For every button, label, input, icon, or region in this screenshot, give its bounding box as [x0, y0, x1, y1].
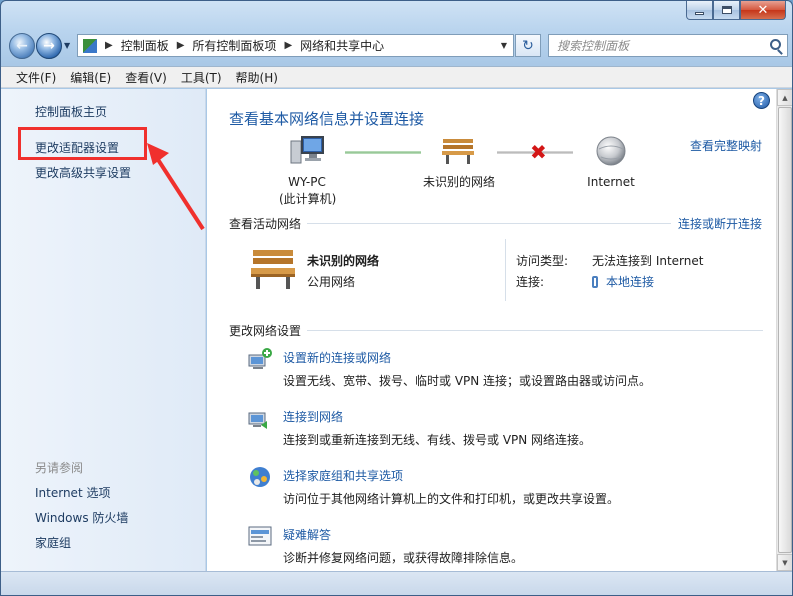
back-button[interactable]: ←	[9, 33, 35, 59]
maximize-button[interactable]	[713, 1, 740, 20]
globe-icon[interactable]	[595, 135, 627, 167]
menu-view[interactable]: 查看(V)	[118, 69, 174, 86]
task-desc-homegroup-sharing: 访问位于其他网络计算机上的文件和打印机，或更改共享设置。	[283, 492, 620, 506]
connect-disconnect-link[interactable]: 连接或断开连接	[678, 215, 762, 232]
menu-bar: 文件(F) 编辑(E) 查看(V) 工具(T) 帮助(H)	[1, 66, 792, 88]
chevron-down-icon: ▼	[782, 558, 788, 567]
sidebar-link-advanced-sharing[interactable]: 更改高级共享设置	[35, 164, 131, 181]
section-divider	[307, 223, 671, 224]
refresh-icon: ↻	[522, 37, 534, 54]
task-link-homegroup-sharing[interactable]: 选择家庭组和共享选项	[283, 467, 403, 484]
vertical-divider	[505, 239, 506, 301]
sidebar-link-homegroup[interactable]: 家庭组	[35, 534, 71, 551]
chevron-right-icon[interactable]: ▶	[177, 40, 185, 51]
connect-to-network-icon	[248, 412, 267, 429]
recent-pages-dropdown-icon[interactable]: ▼	[64, 41, 70, 50]
address-bar[interactable]: ▶ 控制面板 ▶ 所有控制面板项 ▶ 网络和共享中心 ▼	[77, 34, 514, 57]
control-panel-icon	[83, 38, 97, 53]
task-desc-troubleshoot: 诊断并修复网络问题，或获得故障排除信息。	[283, 551, 524, 565]
computer-subtitle: (此计算机)	[279, 192, 337, 206]
active-network-type-link[interactable]: 公用网络	[307, 273, 355, 290]
main-content: ? 查看基本网络信息并设置连接 查看完整映射 ✖ WY-PC (此计算机) 未识…	[207, 89, 776, 571]
forward-button[interactable]: →	[36, 33, 62, 59]
active-networks-heading: 查看活动网络	[229, 217, 302, 231]
search-input[interactable]: 搜索控制面板	[548, 34, 788, 57]
scroll-up-button[interactable]: ▲	[777, 89, 792, 106]
task-link-connect-to-network[interactable]: 连接到网络	[283, 408, 343, 425]
search-icon[interactable]	[770, 39, 781, 50]
bench-icon[interactable]	[249, 248, 297, 290]
chevron-right-icon[interactable]: ▶	[284, 40, 292, 51]
network-label: 未识别的网络	[422, 175, 495, 189]
status-bar	[1, 571, 792, 595]
access-type-label: 访问类型:	[516, 254, 569, 268]
window-controls: ✕	[686, 1, 786, 20]
menu-file[interactable]: 文件(F)	[9, 69, 63, 86]
minimize-button[interactable]	[686, 1, 713, 20]
breadcrumb-control-panel[interactable]: 控制面板	[121, 37, 169, 54]
local-connection-link[interactable]: 本地连接	[592, 273, 654, 290]
menu-tools[interactable]: 工具(T)	[174, 69, 229, 86]
page-title: 查看基本网络信息并设置连接	[229, 110, 425, 128]
sidebar-link-windows-firewall[interactable]: Windows 防火墙	[35, 509, 128, 526]
help-icon[interactable]: ?	[753, 92, 770, 109]
chevron-down-icon[interactable]: ▼	[501, 41, 507, 50]
scroll-thumb[interactable]	[778, 107, 792, 553]
access-type-value: 无法连接到 Internet	[592, 254, 704, 268]
internet-label: Internet	[587, 175, 635, 189]
arrow-left-icon: ←	[16, 38, 28, 54]
local-connection-label: 本地连接	[606, 275, 655, 289]
chevron-right-icon[interactable]: ▶	[105, 40, 113, 51]
change-settings-heading: 更改网络设置	[229, 324, 302, 338]
refresh-button[interactable]: ↻	[515, 34, 541, 57]
maximize-icon	[721, 6, 732, 14]
task-link-troubleshoot[interactable]: 疑难解答	[283, 526, 331, 543]
breadcrumb-network-center[interactable]: 网络和共享中心	[300, 37, 384, 54]
window: ✕ ← → ▼ ▶ 控制面板 ▶ 所有控制面板项 ▶ 网络和共享中心 ▼ ↻ 搜…	[0, 0, 793, 596]
computer-name: WY-PC	[288, 175, 326, 189]
sidebar-link-control-panel-home[interactable]: 控制面板主页	[35, 103, 107, 120]
network-adapter-icon	[592, 276, 598, 288]
navigation-bar: ← → ▼ ▶ 控制面板 ▶ 所有控制面板项 ▶ 网络和共享中心 ▼ ↻ 搜索控…	[1, 29, 792, 63]
annotation-highlight-box	[18, 127, 147, 160]
task-desc-connect-to-network: 连接到或重新连接到无线、有线、拨号或 VPN 网络连接。	[283, 433, 592, 447]
breadcrumb-all-items[interactable]: 所有控制面板项	[192, 37, 276, 54]
computer-label: WY-PC (此计算机)	[279, 174, 337, 208]
menu-help[interactable]: 帮助(H)	[229, 69, 285, 86]
computer-icon[interactable]	[289, 135, 325, 167]
close-icon: ✕	[757, 2, 769, 18]
task-link-new-connection[interactable]: 设置新的连接或网络	[283, 349, 391, 366]
troubleshoot-icon	[248, 526, 272, 546]
scroll-down-button[interactable]: ▼	[777, 554, 792, 571]
homegroup-icon	[250, 467, 270, 487]
new-connection-icon	[248, 348, 272, 369]
task-desc-new-connection: 设置无线、宽带、拨号、临时或 VPN 连接；或设置路由器或访问点。	[283, 374, 652, 388]
menu-edit[interactable]: 编辑(E)	[63, 69, 118, 86]
disconnected-x-icon: ✖	[530, 140, 547, 164]
bench-icon[interactable]	[441, 135, 475, 165]
close-button[interactable]: ✕	[740, 1, 786, 20]
section-divider	[307, 330, 763, 331]
minimize-icon	[695, 11, 704, 15]
chevron-up-icon: ▲	[782, 93, 788, 102]
network-map: ✖ WY-PC (此计算机) 未识别的网络 Internet	[207, 129, 776, 214]
vertical-scrollbar[interactable]: ▲ ▼	[776, 89, 792, 571]
annotation-arrow	[147, 143, 205, 231]
active-network-name: 未识别的网络	[307, 254, 380, 268]
see-also-heading: 另请参阅	[35, 461, 84, 475]
search-placeholder: 搜索控制面板	[557, 39, 630, 53]
sidebar-link-internet-options[interactable]: Internet 选项	[35, 484, 110, 501]
connection-line-ok	[345, 151, 421, 154]
connections-label: 连接:	[516, 275, 545, 289]
arrow-right-icon: →	[43, 38, 55, 54]
